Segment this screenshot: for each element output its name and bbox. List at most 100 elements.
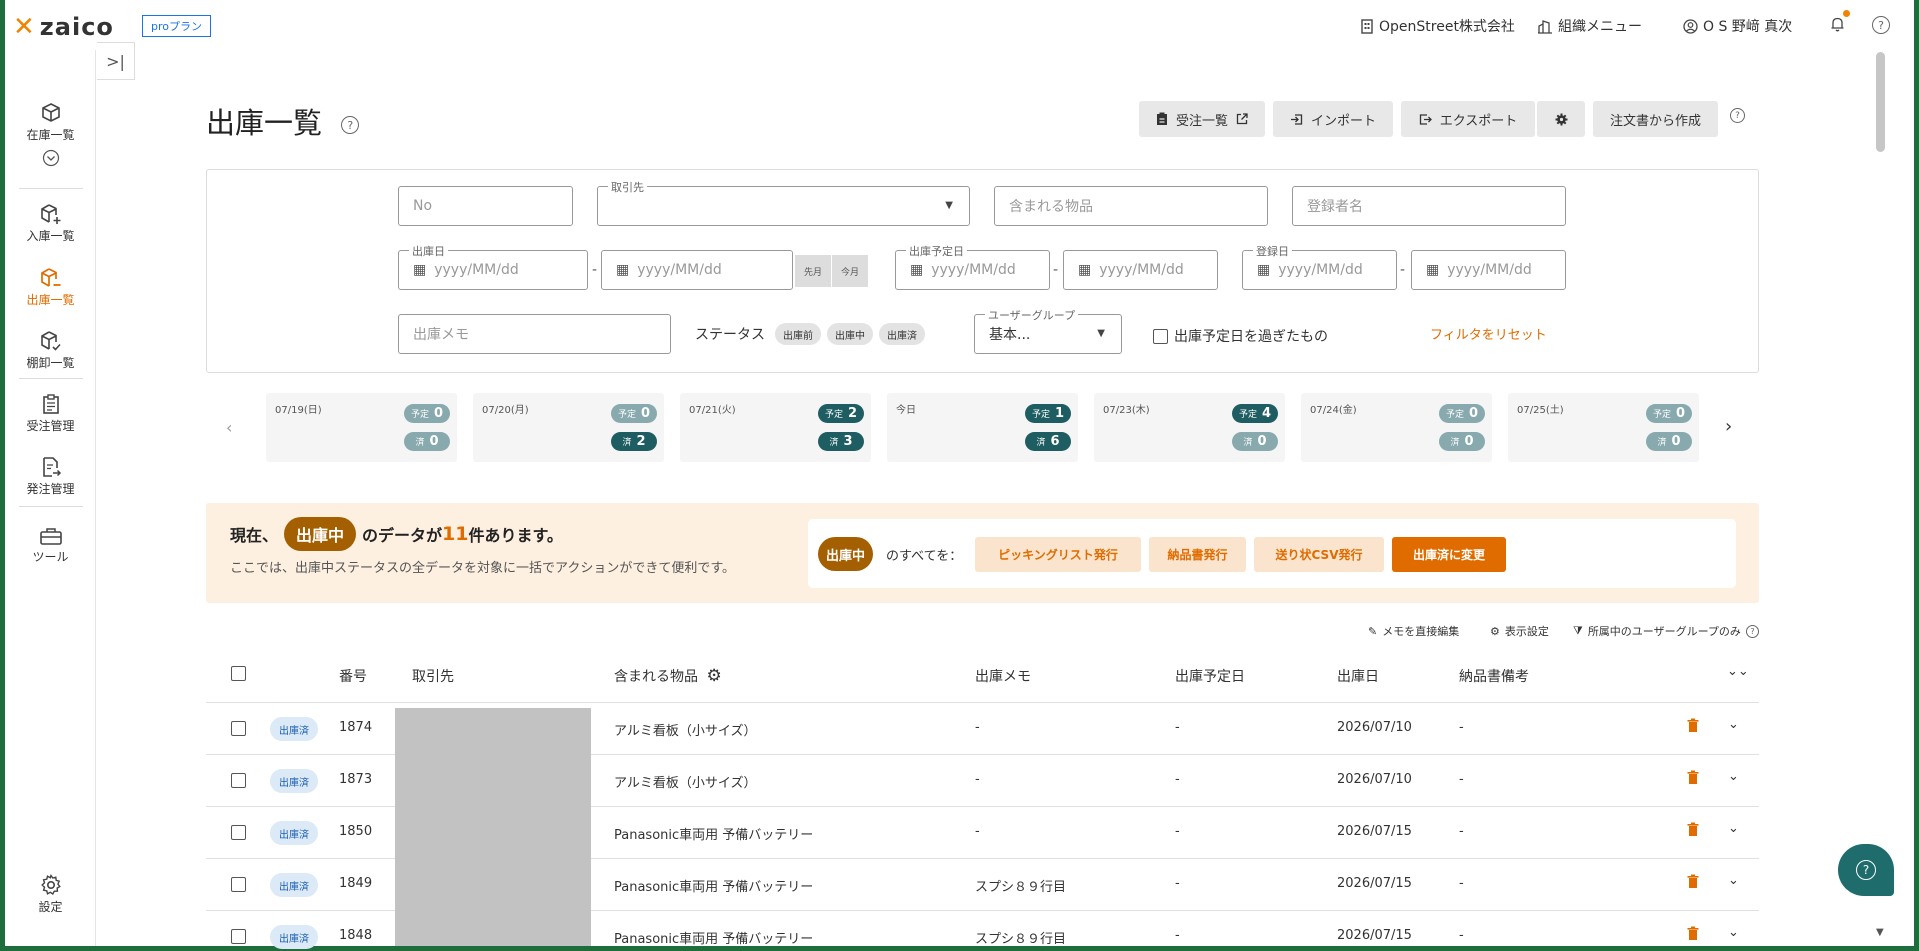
expand-all-icon[interactable]: ⌄⌄: [1727, 664, 1749, 679]
calendar-planned-pill[interactable]: 予定 0: [403, 404, 450, 423]
registered-date-from[interactable]: 登録日 ▦ yyyy/MM/dd: [1242, 243, 1397, 290]
overdue-checkbox[interactable]: [1153, 328, 1168, 344]
company-menu[interactable]: OpenStreet株式会社: [1360, 16, 1515, 36]
calendar-next-icon[interactable]: ›: [1725, 416, 1732, 437]
customer-select[interactable]: 取引先 ▼: [597, 179, 970, 226]
registered-date-to[interactable]: ▦ yyyy/MM/dd: [1411, 250, 1566, 290]
column-header-number[interactable]: 番号: [339, 666, 367, 686]
calendar-day-card[interactable]: 07/19(日) 予定 0 済 0: [266, 393, 457, 462]
sidebar-item-purchase[interactable]: 発注管理: [5, 456, 96, 497]
row-checkbox[interactable]: [231, 929, 246, 944]
zaico-logo[interactable]: ✕ zaico: [13, 12, 114, 42]
ship-date-to[interactable]: ▦ yyyy/MM/dd: [601, 250, 793, 290]
calendar-planned-pill[interactable]: 予定 0: [1645, 404, 1692, 423]
trash-icon[interactable]: [1687, 718, 1699, 732]
last-month-button[interactable]: 先月: [795, 255, 831, 287]
orders-list-button[interactable]: 受注一覧: [1139, 101, 1265, 137]
calendar-done-pill[interactable]: 済6: [1025, 432, 1071, 451]
sidebar-item-outbound[interactable]: 出庫一覧: [5, 267, 96, 308]
calendar-done-pill[interactable]: 済2: [611, 432, 657, 451]
status-chip-before[interactable]: 出庫前: [775, 323, 821, 345]
trash-icon[interactable]: [1687, 874, 1699, 888]
calendar-day-card[interactable]: 07/24(金) 予定 0 済 0: [1301, 393, 1492, 462]
org-menu[interactable]: 組織メニュー: [1537, 16, 1642, 36]
mark-shipped-button[interactable]: 出庫済に変更: [1392, 537, 1506, 572]
no-input[interactable]: No: [398, 186, 573, 226]
notification-button[interactable]: [1830, 16, 1845, 32]
planned-date-to[interactable]: ▦ yyyy/MM/dd: [1063, 250, 1218, 290]
calendar-day-card[interactable]: 07/23(木) 予定 4 済 0: [1094, 393, 1285, 462]
column-header-delivery-note[interactable]: 納品書備考: [1459, 666, 1529, 686]
shipping-csv-button[interactable]: 送り状CSV発行: [1254, 537, 1384, 572]
sidebar-item-orders[interactable]: 受注管理: [5, 393, 96, 434]
ship-date-from[interactable]: 出庫日 ▦ yyyy/MM/dd: [398, 243, 588, 290]
edit-memo-tool[interactable]: ✎ メモを直接編集: [1368, 623, 1459, 639]
calendar-done-pill[interactable]: 済0: [1232, 432, 1278, 451]
calendar-day-card[interactable]: 07/25(土) 予定 0 済 0: [1508, 393, 1699, 462]
row-checkbox[interactable]: [231, 773, 246, 788]
column-header-ship-date[interactable]: 出庫日: [1337, 666, 1379, 686]
sidebar-item-settings[interactable]: 設定: [5, 874, 96, 915]
calendar-done-pill[interactable]: 済0: [404, 432, 450, 451]
delivery-note-button[interactable]: 納品書発行: [1149, 537, 1246, 572]
picking-list-button[interactable]: ピッキングリスト発行: [975, 537, 1141, 572]
user-group-select[interactable]: ユーザーグループ 基本... ▼: [974, 307, 1122, 354]
items-input[interactable]: 含まれる物品: [994, 186, 1268, 226]
own-group-help-icon[interactable]: ?: [1745, 624, 1759, 638]
sidebar-item-tools[interactable]: ツール: [5, 526, 96, 565]
calendar-done-pill[interactable]: 済0: [1439, 432, 1485, 451]
row-expand-chevron-icon[interactable]: ⌄: [1728, 769, 1739, 784]
sidebar-item-stocktake[interactable]: 棚卸一覧: [5, 330, 96, 371]
export-button[interactable]: エクスポート: [1401, 101, 1535, 137]
reset-filter-link[interactable]: フィルタをリセット: [1430, 324, 1547, 343]
export-settings-button[interactable]: [1537, 101, 1585, 137]
row-checkbox[interactable]: [231, 721, 246, 736]
this-month-button[interactable]: 今月: [832, 255, 868, 287]
gear-icon[interactable]: ⚙: [706, 666, 721, 686]
row-checkbox[interactable]: [231, 825, 246, 840]
sidebar-item-inventory[interactable]: 在庫一覧: [5, 102, 96, 169]
column-header-customer[interactable]: 取引先: [412, 666, 454, 686]
status-chip-done[interactable]: 出庫済: [879, 323, 925, 345]
scroll-down-arrow-icon[interactable]: ▼: [1876, 927, 1884, 938]
trash-icon[interactable]: [1687, 926, 1699, 940]
trash-icon[interactable]: [1687, 770, 1699, 784]
row-expand-chevron-icon[interactable]: ⌄: [1728, 717, 1739, 732]
trash-icon[interactable]: [1687, 822, 1699, 836]
memo-input[interactable]: 出庫メモ: [398, 314, 671, 354]
calendar-day-card[interactable]: 07/20(月) 予定 0 済 2: [473, 393, 664, 462]
column-header-planned-date[interactable]: 出庫予定日: [1175, 666, 1245, 686]
user-menu[interactable]: O S 野﨑 真次: [1683, 16, 1792, 36]
calendar-planned-pill[interactable]: 予定 2: [817, 404, 864, 423]
display-settings-tool[interactable]: ⚙ 表示設定: [1490, 623, 1549, 639]
calendar-day-card[interactable]: 07/21(火) 予定 2 済 3: [680, 393, 871, 462]
sidebar-item-inbound[interactable]: 入庫一覧: [5, 203, 96, 244]
chevron-down-circle-icon[interactable]: [42, 149, 60, 167]
row-expand-chevron-icon[interactable]: ⌄: [1728, 925, 1739, 940]
sidebar-collapse-button[interactable]: >|: [97, 42, 135, 80]
select-all-checkbox[interactable]: [231, 666, 246, 681]
calendar-done-pill[interactable]: 済3: [818, 432, 864, 451]
support-chat-button[interactable]: ?: [1838, 844, 1894, 896]
calendar-done-pill[interactable]: 済0: [1646, 432, 1692, 451]
toolbar-help-icon[interactable]: ?: [1730, 108, 1745, 123]
overdue-filter[interactable]: 出庫予定日を過ぎたもの: [1153, 326, 1328, 346]
calendar-planned-pill[interactable]: 予定 1: [1024, 404, 1071, 423]
import-button[interactable]: インポート: [1273, 101, 1393, 137]
planned-date-from[interactable]: 出庫予定日 ▦ yyyy/MM/dd: [895, 243, 1050, 290]
title-help-icon[interactable]: ?: [341, 116, 360, 134]
calendar-planned-pill[interactable]: 予定 0: [610, 404, 657, 423]
calendar-day-card[interactable]: 今日 予定 1 済 6: [887, 393, 1078, 462]
scrollbar-thumb[interactable]: [1876, 52, 1885, 152]
registrant-input[interactable]: 登録者名: [1292, 186, 1566, 226]
calendar-planned-pill[interactable]: 予定 4: [1231, 404, 1278, 423]
row-checkbox[interactable]: [231, 877, 246, 892]
row-expand-chevron-icon[interactable]: ⌄: [1728, 821, 1739, 836]
status-chip-in-progress[interactable]: 出庫中: [827, 323, 873, 345]
help-button[interactable]: ?: [1872, 16, 1890, 34]
calendar-planned-pill[interactable]: 予定 0: [1438, 404, 1485, 423]
own-group-filter-tool[interactable]: ⧩ 所属中のユーザーグループのみ ?: [1573, 623, 1759, 639]
column-header-items[interactable]: 含まれる物品 ⚙: [614, 666, 722, 686]
row-expand-chevron-icon[interactable]: ⌄: [1728, 873, 1739, 888]
column-header-memo[interactable]: 出庫メモ: [975, 666, 1031, 686]
